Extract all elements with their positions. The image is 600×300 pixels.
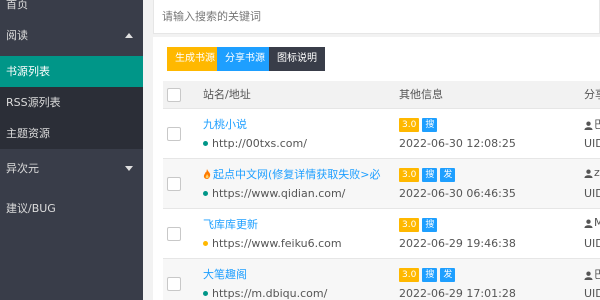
nav-reading-label: 阅读 — [6, 29, 28, 42]
content-panel: 生成书源 分享书源 图标说明 站名/地址 其他信息 分享者 九桃小说 http:/… — [153, 37, 600, 300]
info-badges: 3.0 搜发 — [399, 167, 458, 182]
share-time: 2022-06-29 17:01:28 — [399, 287, 516, 300]
select-all-checkbox[interactable] — [167, 88, 181, 102]
column-header-name: 站名/地址 — [203, 88, 251, 101]
source-url-text: https://www.feiku6.com — [212, 237, 342, 250]
source-url: https://www.feiku6.com — [203, 237, 342, 250]
nav-other-dimension-label: 异次元 — [6, 162, 39, 175]
source-table: 站名/地址 其他信息 分享者 九桃小说http://00txs.com/3.0搜… — [163, 81, 600, 300]
status-dot-icon — [203, 290, 208, 296]
source-url: https://m.dbiqu.com/ — [203, 287, 327, 300]
share-time: 2022-06-30 12:08:25 — [399, 137, 516, 150]
column-header-info: 其他信息 — [399, 88, 443, 101]
sharer: zui — [584, 166, 600, 179]
table-row: 起点中文网(修复详情获取失败>必 https://www.qidian.com/3… — [163, 159, 600, 209]
source-url-text: https://m.dbiqu.com/ — [212, 287, 328, 300]
sharer: 巴山 — [584, 116, 600, 132]
status-dot-icon — [203, 240, 208, 246]
fire-icon — [203, 169, 211, 179]
row-checkbox[interactable] — [167, 127, 181, 141]
source-url-text: https://www.qidian.com/ — [212, 187, 346, 200]
source-name-link[interactable]: 大笔趣阁 — [203, 266, 247, 282]
main-content: 生成书源 分享书源 图标说明 站名/地址 其他信息 分享者 九桃小说 http:/… — [143, 0, 600, 300]
search-badge: 搜 — [422, 168, 438, 182]
sharer-name: Ma — [594, 216, 600, 229]
version-badge: 3.0 — [399, 268, 420, 282]
status-dot-icon — [203, 190, 208, 196]
user-icon — [584, 169, 593, 178]
sidebar: 首页 阅读 书源列表 RSS源列表 主题资源 异次元 建议/BUG — [0, 0, 143, 300]
search-input[interactable] — [154, 0, 599, 33]
sharer-uid: UID: — [584, 187, 600, 200]
info-badges: 3.0 搜 — [399, 117, 440, 132]
source-name: 九桃小说 — [203, 118, 247, 131]
nav-reading[interactable]: 阅读 — [0, 16, 143, 56]
sharer-uid: UID: — [584, 237, 600, 250]
column-header-sharer: 分享者 — [584, 88, 600, 101]
sharer-name: 巴山 — [594, 268, 600, 281]
source-url-text: http://00txs.com/ — [212, 137, 307, 150]
share-source-button[interactable]: 分享书源 — [217, 47, 273, 71]
table-row: 九桃小说 http://00txs.com/3.0 搜 2022-06-30 12:0… — [163, 109, 600, 159]
user-icon — [584, 219, 593, 228]
source-name-link[interactable]: 九桃小说 — [203, 116, 247, 132]
search-badge: 搜 — [422, 118, 438, 132]
discover-badge: 发 — [440, 168, 456, 182]
nav-book-source-list[interactable]: 书源列表 — [0, 56, 143, 87]
version-badge: 3.0 — [399, 218, 420, 232]
nav-feedback[interactable]: 建议/BUG — [0, 189, 143, 229]
row-checkbox[interactable] — [167, 277, 181, 291]
version-badge: 3.0 — [399, 118, 420, 132]
row-checkbox[interactable] — [167, 227, 181, 241]
sharer-name: 巴山 — [594, 118, 600, 131]
nav-rss-source-list[interactable]: RSS源列表 — [0, 87, 143, 118]
search-badge: 搜 — [422, 218, 438, 232]
caret-down-icon — [125, 166, 133, 171]
sharer-name: zui — [594, 166, 600, 179]
table-header: 站名/地址 其他信息 分享者 — [163, 81, 600, 109]
source-url: https://www.qidian.com/ — [203, 187, 345, 200]
table-row: 飞库库更新 https://www.feiku6.com 3.0 搜 2022-06-2… — [163, 209, 600, 259]
search-badge: 搜 — [422, 268, 438, 282]
generate-source-button[interactable]: 生成书源 — [167, 47, 223, 71]
sharer-uid: UID: — [584, 287, 600, 300]
search-bar — [153, 0, 600, 34]
status-dot-icon — [203, 140, 208, 146]
user-icon — [584, 271, 593, 280]
table-row: 大笔趣阁 https://m.dbiqu.com/3.0 搜发 2022-06-29 … — [163, 259, 600, 300]
sharer: Ma — [584, 216, 600, 229]
row-checkbox[interactable] — [167, 177, 181, 191]
nav-other-dimension[interactable]: 异次元 — [0, 149, 143, 189]
sharer-uid: UID: — [584, 137, 600, 150]
icon-legend-button[interactable]: 图标说明 — [269, 47, 325, 71]
caret-up-icon — [125, 33, 133, 38]
source-name: 飞库库更新 — [203, 218, 258, 231]
source-name-link[interactable]: 起点中文网(修复详情获取失败>必 — [203, 166, 381, 182]
nav-home[interactable]: 首页 — [0, 0, 143, 16]
nav-theme-resources[interactable]: 主题资源 — [0, 118, 143, 149]
version-badge: 3.0 — [399, 168, 420, 182]
info-badges: 3.0 搜发 — [399, 267, 458, 282]
share-time: 2022-06-30 06:46:35 — [399, 187, 516, 200]
user-icon — [584, 121, 593, 130]
sharer: 巴山 — [584, 266, 600, 282]
share-time: 2022-06-29 19:46:38 — [399, 237, 516, 250]
source-name-link[interactable]: 飞库库更新 — [203, 216, 258, 232]
source-name: 大笔趣阁 — [203, 268, 247, 281]
info-badges: 3.0 搜 — [399, 217, 440, 232]
discover-badge: 发 — [440, 268, 456, 282]
source-url: http://00txs.com/ — [203, 137, 307, 150]
source-name: 起点中文网(修复详情获取失败>必 — [213, 168, 381, 181]
